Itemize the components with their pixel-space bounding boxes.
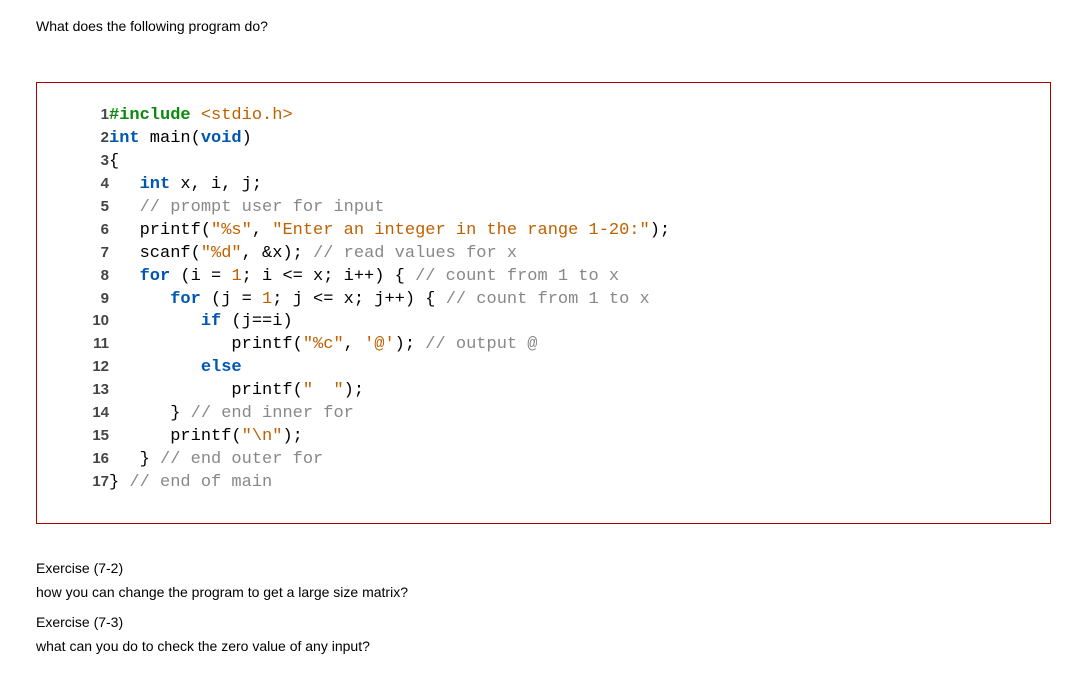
code-content: {	[109, 151, 670, 174]
exercise-7-3-label: Exercise (7-3)	[36, 614, 1051, 630]
line-number: 10	[65, 311, 109, 334]
line-number: 15	[65, 426, 109, 449]
line-number: 14	[65, 403, 109, 426]
code-line: 14 } // end inner for	[65, 403, 670, 426]
code-line: 8 for (i = 1; i <= x; i++) { // count fr…	[65, 266, 670, 289]
line-number: 16	[65, 449, 109, 472]
exercise-7-3-text: what can you do to check the zero value …	[36, 638, 1051, 654]
code-line: 11 printf("%c", '@'); // output @	[65, 334, 670, 357]
code-line: 16 } // end outer for	[65, 449, 670, 472]
code-line: 1#include <stdio.h>	[65, 105, 670, 128]
exercise-7-2-text: how you can change the program to get a …	[36, 584, 1051, 600]
code-content: else	[109, 357, 670, 380]
code-content: } // end inner for	[109, 403, 670, 426]
line-number: 11	[65, 334, 109, 357]
code-line: 10 if (j==i)	[65, 311, 670, 334]
code-line: 3{	[65, 151, 670, 174]
code-content: } // end outer for	[109, 449, 670, 472]
line-number: 6	[65, 220, 109, 243]
code-line: 15 printf("\n");	[65, 426, 670, 449]
code-content: #include <stdio.h>	[109, 105, 670, 128]
code-content: printf("%c", '@'); // output @	[109, 334, 670, 357]
line-number: 5	[65, 197, 109, 220]
question-text: What does the following program do?	[36, 18, 1051, 34]
code-line: 13 printf(" ");	[65, 380, 670, 403]
code-line: 5 // prompt user for input	[65, 197, 670, 220]
code-content: int x, i, j;	[109, 174, 670, 197]
line-number: 1	[65, 105, 109, 128]
line-number: 7	[65, 243, 109, 266]
line-number: 17	[65, 472, 109, 495]
line-number: 8	[65, 266, 109, 289]
code-content: int main(void)	[109, 128, 670, 151]
code-content: scanf("%d", &x); // read values for x	[109, 243, 670, 266]
code-content: } // end of main	[109, 472, 670, 495]
code-content: printf("\n");	[109, 426, 670, 449]
line-number: 13	[65, 380, 109, 403]
code-line: 6 printf("%s", "Enter an integer in the …	[65, 220, 670, 243]
code-line: 17} // end of main	[65, 472, 670, 495]
line-number: 4	[65, 174, 109, 197]
code-content: if (j==i)	[109, 311, 670, 334]
code-line: 7 scanf("%d", &x); // read values for x	[65, 243, 670, 266]
code-line: 9 for (j = 1; j <= x; j++) { // count fr…	[65, 289, 670, 312]
line-number: 3	[65, 151, 109, 174]
code-line: 4 int x, i, j;	[65, 174, 670, 197]
code-line: 2int main(void)	[65, 128, 670, 151]
code-line: 12 else	[65, 357, 670, 380]
code-content: for (i = 1; i <= x; i++) { // count from…	[109, 266, 670, 289]
line-number: 12	[65, 357, 109, 380]
exercise-7-2-label: Exercise (7-2)	[36, 560, 1051, 576]
code-content: printf("%s", "Enter an integer in the ra…	[109, 220, 670, 243]
code-listing: 1#include <stdio.h>2int main(void)3{4 in…	[65, 105, 670, 495]
code-listing-box: 1#include <stdio.h>2int main(void)3{4 in…	[36, 82, 1051, 524]
line-number: 2	[65, 128, 109, 151]
code-content: for (j = 1; j <= x; j++) { // count from…	[109, 289, 670, 312]
code-content: printf(" ");	[109, 380, 670, 403]
line-number: 9	[65, 289, 109, 312]
code-content: // prompt user for input	[109, 197, 670, 220]
